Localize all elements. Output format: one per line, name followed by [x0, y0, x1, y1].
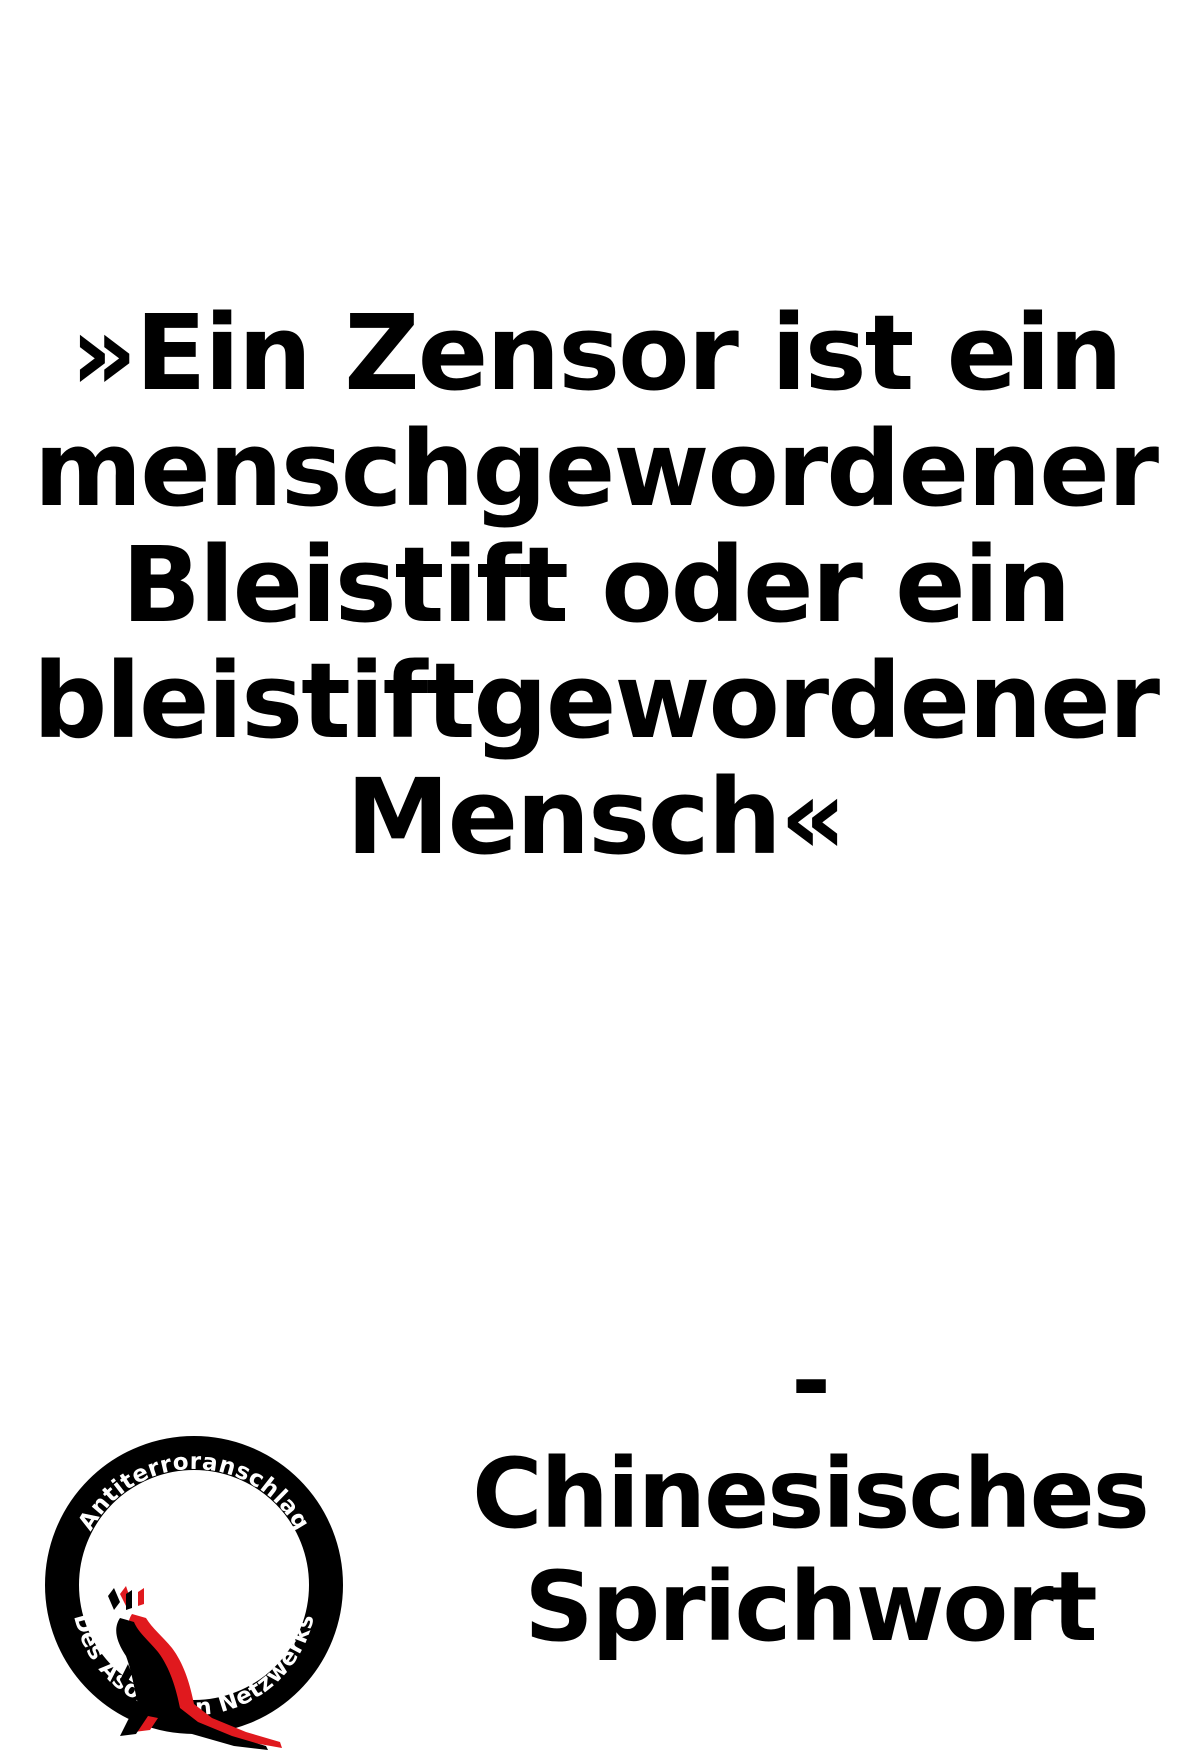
- attribution-line-1: Chinesisches: [472, 1438, 1150, 1550]
- quote-line-2: menschgewordener: [33, 408, 1159, 530]
- quote-line-4: bleistiftgewordener: [32, 640, 1160, 762]
- antiterroranschlag-logo: Antiterroranschlag Des Asozialen Netzwer…: [28, 1418, 360, 1752]
- quote-text: »Ein Zensor ist ein menschgewordener Ble…: [0, 295, 1191, 875]
- attribution-dash: -: [791, 1325, 831, 1437]
- attribution-line-2: Sprichwort: [524, 1551, 1097, 1663]
- quote-line-5: Mensch«: [346, 756, 847, 878]
- quote-line-3: Bleistift oder ein: [121, 524, 1072, 646]
- kangaroo-silhouette: [108, 1588, 268, 1750]
- quote-line-1: »Ein Zensor ist ein: [70, 292, 1123, 414]
- quote-attribution: - Chinesisches Sprichwort: [430, 1325, 1190, 1664]
